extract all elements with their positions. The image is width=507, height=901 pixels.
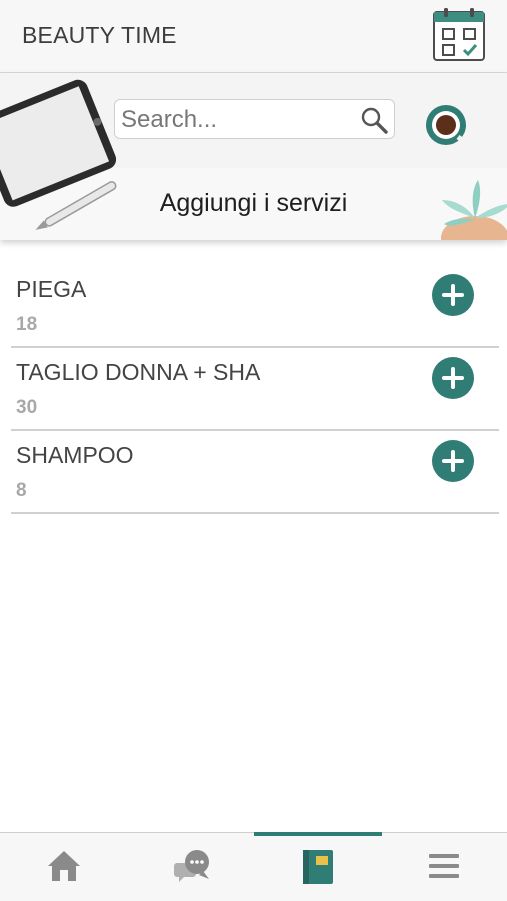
search-box[interactable] — [114, 99, 395, 139]
add-service-button[interactable] — [432, 274, 474, 316]
chat-icon — [174, 850, 209, 882]
service-value: 30 — [16, 397, 38, 418]
nav-services[interactable] — [254, 833, 381, 901]
nav-chat[interactable] — [127, 833, 254, 901]
app-header: BEAUTY TIME — [0, 0, 507, 73]
plus-icon — [442, 450, 464, 472]
notebook-icon — [303, 850, 333, 884]
service-value: 8 — [16, 480, 27, 501]
plus-icon — [442, 284, 464, 306]
home-icon — [48, 851, 80, 881]
bottom-nav — [0, 832, 507, 901]
service-row: SHAMPOO 8 — [11, 431, 499, 514]
search-input[interactable] — [119, 102, 359, 138]
search-icon[interactable] — [360, 106, 388, 134]
service-name: PIEGA — [16, 276, 87, 302]
nav-menu[interactable] — [381, 833, 507, 901]
add-service-button[interactable] — [432, 357, 474, 399]
add-service-button[interactable] — [432, 440, 474, 482]
service-row: PIEGA 18 — [11, 265, 499, 348]
menu-icon — [429, 854, 459, 878]
service-value: 18 — [16, 314, 38, 335]
app-title: BEAUTY TIME — [22, 22, 177, 48]
services-list: PIEGA 18 TAGLIO DONNA + SHA 30 SHAMPOO 8 — [0, 265, 507, 514]
service-name: SHAMPOO — [16, 442, 134, 468]
plus-icon — [442, 367, 464, 389]
services-banner: Aggiungi i servizi — [0, 73, 507, 240]
service-name: TAGLIO DONNA + SHA — [16, 359, 261, 385]
coffee-cup-icon[interactable] — [424, 103, 468, 147]
banner-title: Aggiungi i servizi — [159, 189, 348, 217]
service-row: TAGLIO DONNA + SHA 30 — [11, 348, 499, 431]
nav-home[interactable] — [0, 833, 127, 901]
calendar-check-icon[interactable] — [432, 8, 486, 62]
